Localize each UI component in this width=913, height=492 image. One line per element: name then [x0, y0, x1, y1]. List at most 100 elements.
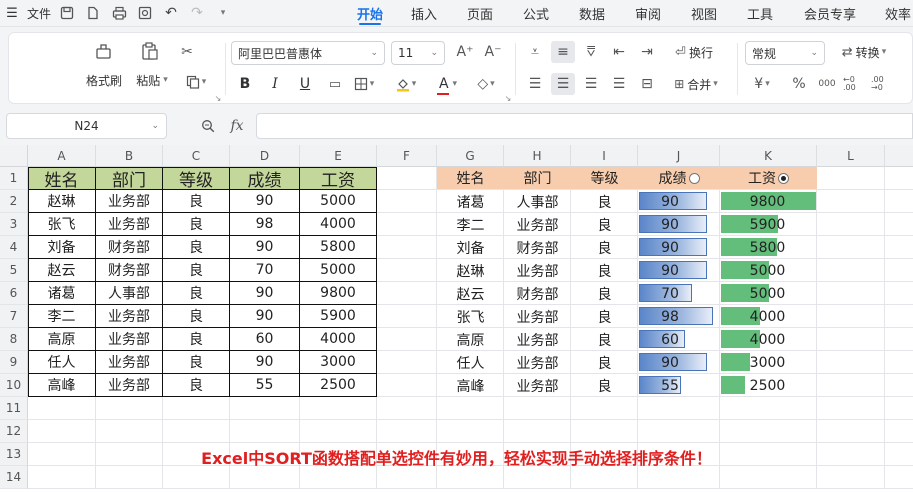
increase-font-size-icon[interactable]: A⁺: [453, 41, 477, 63]
left-table-cell[interactable]: 财务部: [96, 236, 163, 259]
right-table-header-cell[interactable]: 部门: [504, 167, 571, 189]
right-table-cell[interactable]: 业务部: [504, 305, 571, 328]
row-header[interactable]: 14: [0, 466, 28, 489]
left-table-header-cell[interactable]: 部门: [96, 167, 163, 191]
right-table-cell[interactable]: 赵云: [437, 282, 504, 305]
tab-home[interactable]: 开始: [350, 0, 390, 27]
column-header-h[interactable]: H: [504, 145, 571, 167]
score-cell[interactable]: 90: [638, 236, 702, 259]
score-cell[interactable]: 90: [638, 213, 702, 236]
thousands-separator-button[interactable]: 000: [815, 73, 839, 95]
row-header[interactable]: 1: [0, 167, 28, 190]
row-header[interactable]: 10: [0, 374, 28, 397]
column-header-e[interactable]: E: [300, 145, 377, 167]
left-table-cell[interactable]: 高原: [28, 328, 96, 351]
column-header-g[interactable]: G: [437, 145, 504, 167]
tab-formulas[interactable]: 公式: [516, 0, 556, 27]
left-table-header-cell[interactable]: 工资: [300, 167, 377, 191]
italic-button[interactable]: I: [263, 73, 287, 95]
align-center-icon[interactable]: ☰: [551, 73, 575, 95]
left-table-cell[interactable]: 5000: [300, 259, 377, 282]
right-table-cell[interactable]: 良: [571, 305, 638, 328]
tab-member[interactable]: 会员专享: [798, 0, 862, 27]
left-table-cell[interactable]: 良: [163, 190, 230, 213]
left-table-cell[interactable]: 3000: [300, 351, 377, 374]
left-table-cell[interactable]: 高峰: [28, 374, 96, 397]
right-table-header-cell[interactable]: 成绩: [638, 167, 720, 189]
hamburger-menu-icon[interactable]: ☰: [0, 0, 24, 27]
merge-button[interactable]: ⊞ 合并 ▾: [663, 73, 729, 95]
left-table-header-cell[interactable]: 姓名: [28, 167, 96, 191]
align-middle-icon[interactable]: ≡: [551, 41, 575, 63]
left-table-cell[interactable]: 70: [230, 259, 300, 282]
left-table-cell[interactable]: 4000: [300, 213, 377, 236]
more-text-effects-icon[interactable]: ▭: [323, 73, 347, 95]
score-cell[interactable]: 55: [638, 374, 702, 397]
column-header-b[interactable]: B: [96, 145, 163, 167]
row-header[interactable]: 3: [0, 213, 28, 236]
left-table-cell[interactable]: 业务部: [96, 190, 163, 213]
left-table-cell[interactable]: 90: [230, 305, 300, 328]
right-table-cell[interactable]: 良: [571, 213, 638, 236]
score-cell[interactable]: 98: [638, 305, 702, 328]
column-header-c[interactable]: C: [163, 145, 230, 167]
left-table-cell[interactable]: 良: [163, 351, 230, 374]
right-table-cell[interactable]: 高原: [437, 328, 504, 351]
salary-cell[interactable]: 5000: [720, 282, 815, 305]
font-size-select[interactable]: 11 ⌄: [391, 41, 445, 65]
row-header[interactable]: 8: [0, 328, 28, 351]
row-header[interactable]: 5: [0, 259, 28, 282]
left-table-cell[interactable]: 5900: [300, 305, 377, 328]
right-table-cell[interactable]: 张飞: [437, 305, 504, 328]
currency-button[interactable]: ¥ ▾: [747, 73, 777, 95]
left-table-cell[interactable]: 9800: [300, 282, 377, 305]
sort-by-salary-radio[interactable]: [778, 172, 789, 184]
right-table-cell[interactable]: 良: [571, 282, 638, 305]
score-cell[interactable]: 60: [638, 328, 702, 351]
left-table-cell[interactable]: 业务部: [96, 351, 163, 374]
increase-decimal-button[interactable]: ←0 .00: [843, 73, 867, 95]
print-preview-icon[interactable]: [132, 0, 158, 27]
wrap-text-button[interactable]: ⏎ 换行: [663, 41, 725, 63]
increase-indent-icon[interactable]: ⇥: [635, 41, 659, 63]
right-table-cell[interactable]: 高峰: [437, 374, 504, 397]
percent-button[interactable]: %: [787, 73, 811, 95]
left-table-cell[interactable]: 人事部: [96, 282, 163, 305]
decrease-decimal-button[interactable]: .00 →0: [871, 73, 895, 95]
number-format-select[interactable]: 常规 ⌄: [745, 41, 825, 65]
right-table-cell[interactable]: 刘备: [437, 236, 504, 259]
right-table-cell[interactable]: 业务部: [504, 259, 571, 282]
convert-button[interactable]: ⇄ 转换 ▾: [831, 41, 897, 63]
left-table-cell[interactable]: 财务部: [96, 259, 163, 282]
copy-icon[interactable]: ▾: [179, 71, 213, 93]
left-table-cell[interactable]: 90: [230, 282, 300, 305]
right-table-cell[interactable]: 任人: [437, 351, 504, 374]
column-header-j[interactable]: J: [638, 145, 720, 167]
font-name-select[interactable]: 阿里巴巴普惠体 ⌄: [231, 41, 385, 65]
paste-icon[interactable]: [135, 39, 165, 63]
insert-function-button[interactable]: fx: [226, 116, 248, 136]
format-painter-button[interactable]: 格式刷: [79, 71, 129, 89]
left-table-cell[interactable]: 98: [230, 213, 300, 236]
underline-button[interactable]: U: [293, 73, 317, 95]
column-header-l[interactable]: L: [817, 145, 885, 167]
left-table-cell[interactable]: 刘备: [28, 236, 96, 259]
redo-icon[interactable]: ↷: [184, 0, 210, 27]
right-table-cell[interactable]: 赵琳: [437, 259, 504, 282]
left-table-cell[interactable]: 60: [230, 328, 300, 351]
row-header[interactable]: 2: [0, 190, 28, 213]
row-header[interactable]: 11: [0, 397, 28, 420]
left-table-cell[interactable]: 55: [230, 374, 300, 397]
right-table-cell[interactable]: 良: [571, 328, 638, 351]
tab-review[interactable]: 审阅: [628, 0, 668, 27]
bold-button[interactable]: B: [233, 73, 257, 95]
left-table-cell[interactable]: 业务部: [96, 213, 163, 236]
row-header[interactable]: 7: [0, 305, 28, 328]
decrease-font-size-icon[interactable]: A⁻: [481, 41, 505, 63]
left-table-cell[interactable]: 任人: [28, 351, 96, 374]
left-table-cell[interactable]: 4000: [300, 328, 377, 351]
left-table-cell[interactable]: 2500: [300, 374, 377, 397]
left-table-cell[interactable]: 5800: [300, 236, 377, 259]
right-table-cell[interactable]: 良: [571, 190, 638, 213]
right-table-cell[interactable]: 业务部: [504, 351, 571, 374]
